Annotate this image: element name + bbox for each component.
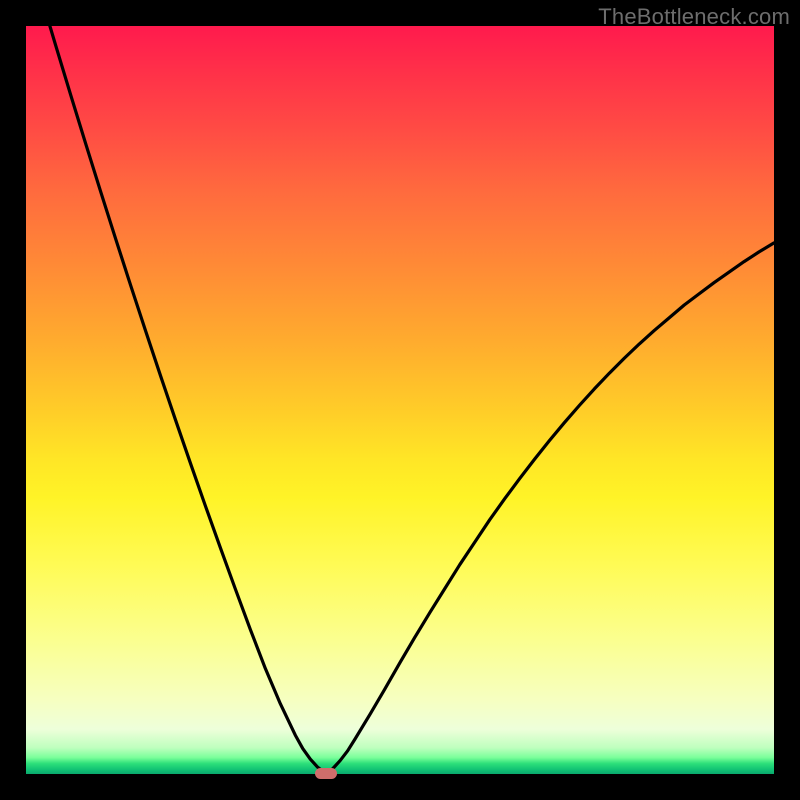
bottleneck-curve [0,0,800,800]
watermark-text: TheBottleneck.com [598,4,790,30]
chart-frame: TheBottleneck.com [0,0,800,800]
minimum-marker [315,768,337,779]
